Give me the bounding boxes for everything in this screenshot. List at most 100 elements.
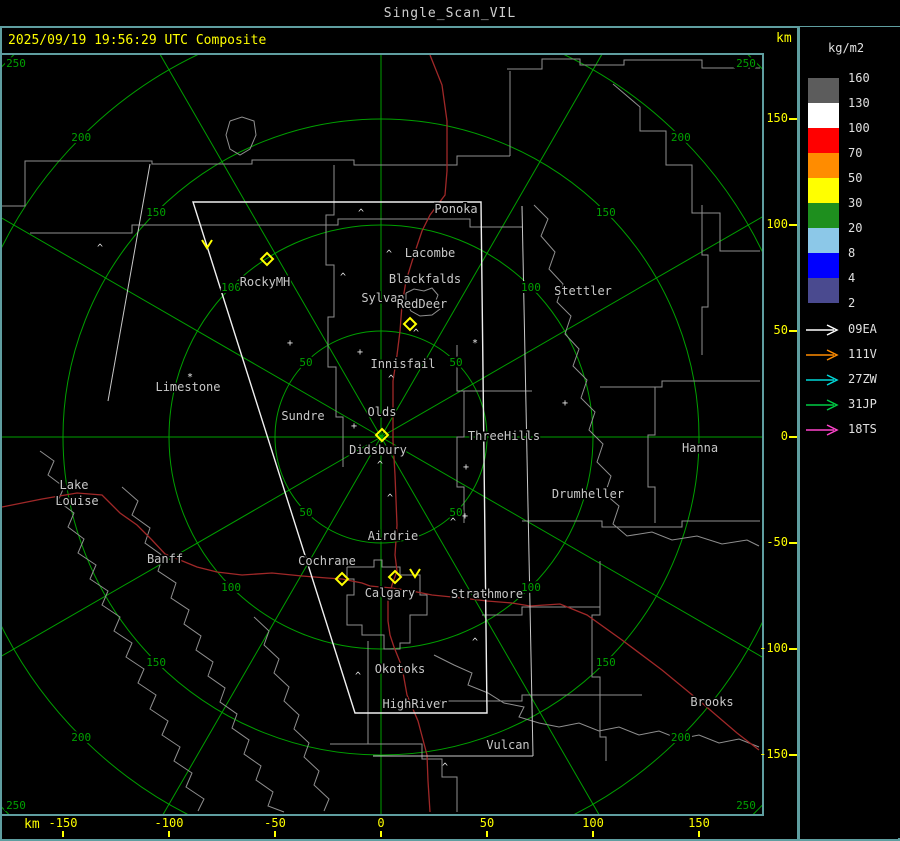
boundary-line <box>522 520 760 528</box>
track-id-label: 111V <box>848 347 877 361</box>
vil-legend-swatch <box>808 278 839 303</box>
ring-distance-label: 100 <box>521 281 541 294</box>
town-marker: ^ <box>413 328 419 339</box>
right-axis-tick <box>789 118 797 120</box>
town-marker: ^ <box>450 517 456 528</box>
boundary-line <box>325 165 344 467</box>
ring-distance-label: 150 <box>596 206 616 219</box>
ring-distance-label: 50 <box>299 356 312 369</box>
city-label: Limestone <box>155 380 220 394</box>
boundary-line <box>2 155 510 207</box>
track-legend-item: 27ZW <box>804 372 900 386</box>
bottom-axis-tick <box>62 831 64 837</box>
right-axis-tick-label: -150 <box>759 747 788 761</box>
track-arrow-icon <box>806 324 839 336</box>
town-marker: + <box>357 347 363 358</box>
track-legend-item: 09EA <box>804 322 900 336</box>
city-label: Drumheller <box>552 487 624 501</box>
town-marker: ^ <box>472 637 478 648</box>
track-legend-item: 18TS <box>804 422 900 436</box>
right-axis-unit: km <box>776 31 792 46</box>
track-arrow-icon <box>806 424 839 436</box>
ring-distance-label: 100 <box>521 581 541 594</box>
ring-distance-label: 200 <box>671 131 691 144</box>
town-marker: * <box>472 338 478 349</box>
boundary-line <box>701 205 709 355</box>
city-label: Vulcan <box>486 738 529 752</box>
ring-distance-label: 150 <box>146 206 166 219</box>
ring-distance-label: 150 <box>596 656 616 669</box>
town-marker: ^ <box>358 208 364 219</box>
radar-site-marker <box>259 251 275 267</box>
city-label: Lacombe <box>405 246 456 260</box>
track-id-label: 18TS <box>848 422 877 436</box>
vil-legend-swatch <box>808 153 839 178</box>
boundary-line <box>482 606 600 616</box>
vil-legend-unit: kg/m2 <box>828 41 865 55</box>
vil-legend-value: 8 <box>848 246 856 260</box>
right-axis-tick-label: 100 <box>766 217 788 231</box>
boundary-line <box>30 218 522 234</box>
town-marker: ^ <box>377 460 383 471</box>
ring-distance-label: 250 <box>6 57 26 70</box>
boundary-line <box>507 58 760 70</box>
window-title: Single_Scan_VIL <box>383 6 517 21</box>
ring-distance-label: 50 <box>299 506 312 519</box>
bottom-axis-tick-label: 150 <box>688 816 710 830</box>
city-label: Louise <box>55 494 98 508</box>
town-marker: ^ <box>442 762 448 773</box>
vil-legend-value: 50 <box>848 171 863 185</box>
track-id-label: 27ZW <box>848 372 877 386</box>
boundary-line <box>430 694 642 702</box>
ring-distance-label: 250 <box>6 799 26 812</box>
city-label: Blackfalds <box>389 272 461 286</box>
town-marker: ^ <box>355 671 361 682</box>
vil-legend-swatch <box>808 228 839 253</box>
bottom-axis-tick-label: -100 <box>154 816 184 830</box>
boundary-line <box>647 387 656 523</box>
bottom-axis-tick <box>274 831 276 837</box>
bottom-axis-tick <box>592 831 594 837</box>
right-axis-tick-label: 150 <box>766 111 788 125</box>
city-label: ThreeHills <box>468 429 540 443</box>
ring-distance-label: 100 <box>221 281 241 294</box>
city-label: Calgary <box>365 586 416 600</box>
city-label: Brooks <box>690 695 733 709</box>
radar-map[interactable]: 50 5050 50100 100100 100150 150150 150200 20020… <box>2 55 762 814</box>
bottom-axis-unit: km <box>24 817 40 832</box>
city-label: Strathmore <box>451 587 523 601</box>
track-arrow-icon <box>806 349 839 361</box>
town-marker: ^ <box>388 374 394 385</box>
ring-distance-label: 200 <box>71 731 91 744</box>
pointer-v-marker <box>409 568 421 579</box>
boundary-line <box>600 380 760 388</box>
right-axis-tick <box>789 648 797 650</box>
boundary-line <box>612 83 760 252</box>
city-label: Sundre <box>281 409 324 423</box>
town-marker: + <box>351 421 357 432</box>
city-label: RockyMH <box>240 275 291 289</box>
ring-distance-label: 150 <box>146 656 166 669</box>
town-marker: ^ <box>97 243 103 254</box>
track-arrow-icon <box>806 399 839 411</box>
title-bar[interactable]: Single_Scan_VIL <box>0 0 900 27</box>
boundary-line <box>346 559 428 650</box>
bottom-axis-tick-label: 100 <box>582 816 604 830</box>
vil-legend-value: 2 <box>848 296 856 310</box>
city-label: Ponoka <box>434 202 477 216</box>
boundary-line <box>456 345 465 523</box>
track-legend-item: 111V <box>804 347 900 361</box>
legend-panel: kg/m2 160 130 100 70 50 30 20 8 4 2 09EA 111V 27ZW 3… <box>800 27 900 838</box>
track-id-label: 31JP <box>848 397 877 411</box>
track-id-label: 09EA <box>848 322 877 336</box>
vil-legend-swatch <box>808 178 839 203</box>
bottom-axis-tick-label: 0 <box>377 816 385 830</box>
right-axis-tick-label: 50 <box>773 323 788 337</box>
right-axis-tick <box>789 330 797 332</box>
boundary-line <box>121 486 285 813</box>
vil-legend-value: 130 <box>848 96 870 110</box>
vil-legend-swatch <box>808 128 839 153</box>
vil-legend-swatch <box>808 253 839 278</box>
right-axis-tick-label: -50 <box>766 535 788 549</box>
vil-legend-value: 20 <box>848 221 863 235</box>
